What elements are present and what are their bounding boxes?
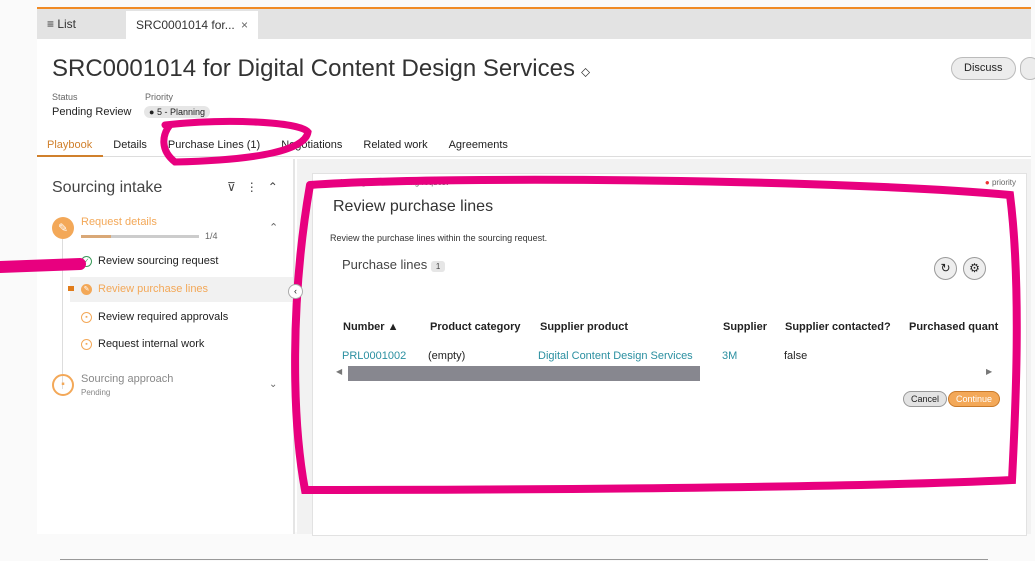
annotation-overlay [0, 118, 1021, 495]
annotation-box-card [291, 175, 1021, 495]
collapse-sidebar-button[interactable]: ‹ [288, 284, 303, 299]
annotation-circle-purchase-lines [160, 118, 312, 166]
annotation-arrow [0, 258, 86, 273]
